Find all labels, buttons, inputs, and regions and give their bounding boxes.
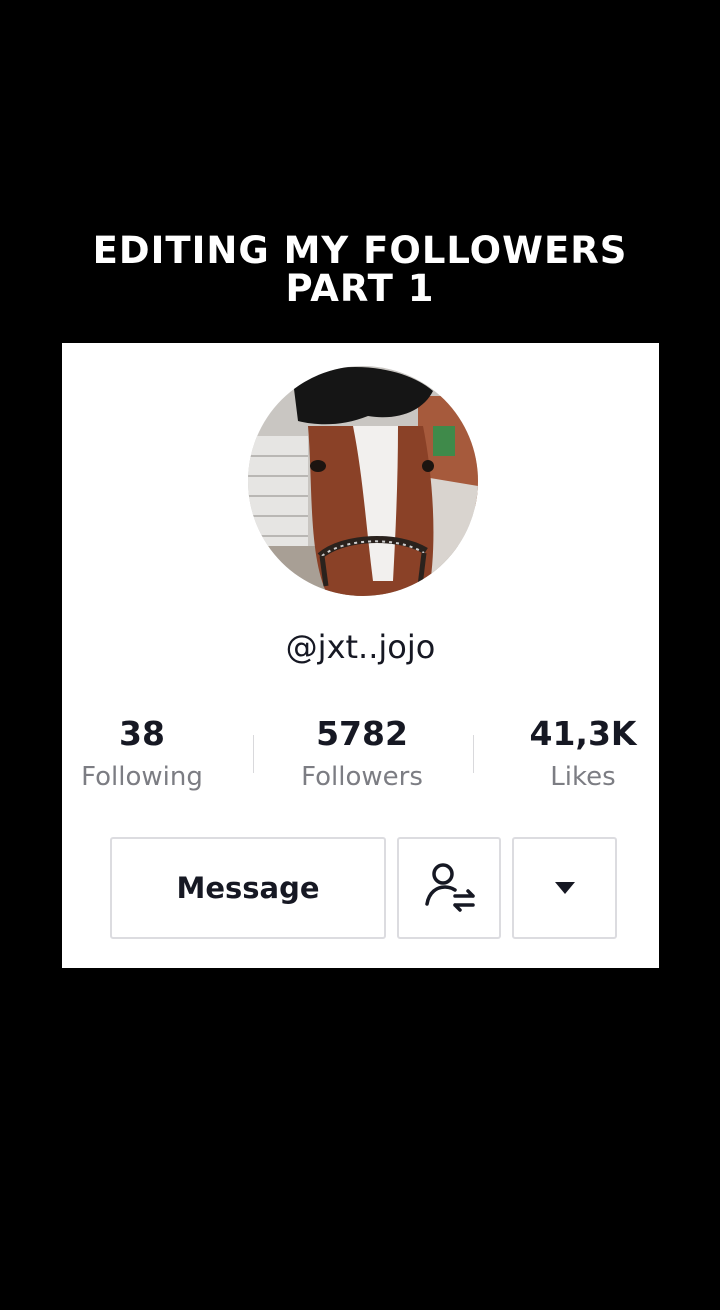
caret-down-icon — [554, 882, 575, 894]
stat-likes[interactable]: 41,3K Likes — [498, 713, 668, 795]
message-button[interactable]: Message — [110, 837, 386, 939]
following-count: 38 — [119, 714, 165, 753]
caption-line-1: EDITING MY FOLLOWERS — [92, 229, 628, 272]
following-label: Following — [81, 762, 203, 792]
profile-stats: 38 Following 5782 Followers 41,3K Likes — [62, 713, 659, 803]
stat-divider — [473, 735, 474, 773]
video-caption: EDITING MY FOLLOWERS PART 1 — [0, 232, 720, 308]
followers-count: 5782 — [316, 714, 408, 753]
profile-card: @jxt..jojo 38 Following 5782 Followers 4… — [62, 343, 659, 968]
user-swap-icon — [425, 863, 475, 912]
followers-label: Followers — [301, 762, 423, 792]
username: @jxt..jojo — [285, 628, 436, 666]
follow-status-button[interactable] — [397, 837, 501, 939]
stat-following[interactable]: 38 Following — [57, 713, 227, 795]
stat-divider — [253, 735, 254, 773]
likes-count: 41,3K — [529, 714, 637, 753]
avatar[interactable] — [248, 366, 478, 596]
stat-followers[interactable]: 5782 Followers — [277, 713, 447, 795]
more-options-button[interactable] — [512, 837, 617, 939]
caption-line-2: PART 1 — [285, 267, 435, 310]
horse-profile-photo — [248, 366, 478, 596]
likes-label: Likes — [550, 762, 616, 792]
